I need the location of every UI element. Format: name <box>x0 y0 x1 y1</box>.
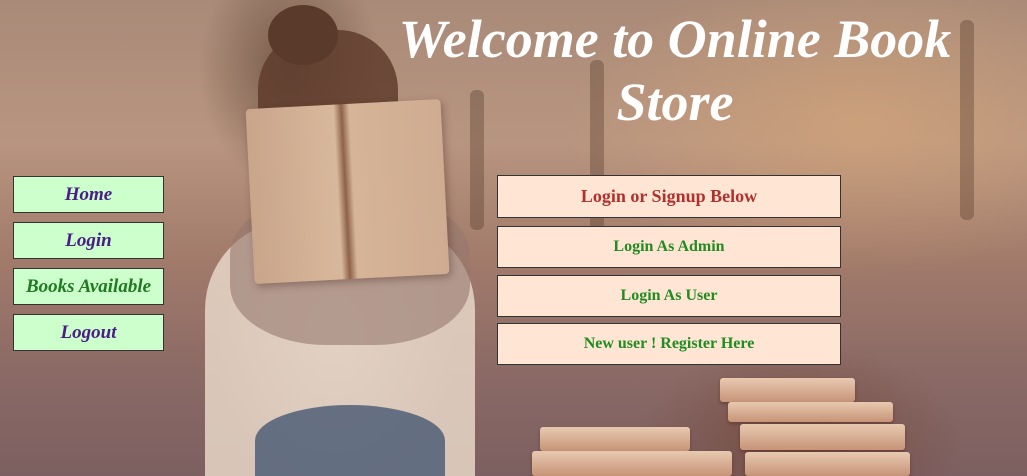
login-admin-button[interactable]: Login As Admin <box>497 226 841 268</box>
book-stack <box>532 451 732 476</box>
nav-login-button[interactable]: Login <box>13 222 164 259</box>
nav-home-button[interactable]: Home <box>13 176 164 213</box>
login-user-button[interactable]: Login As User <box>497 275 841 317</box>
nav-logout-button[interactable]: Logout <box>13 314 164 351</box>
person-hair-bun <box>268 5 338 65</box>
page-title: Welcome to Online Book Store <box>398 9 952 132</box>
book-stack <box>728 402 893 422</box>
login-signup-heading: Login or Signup Below <box>497 175 841 218</box>
person-jeans <box>255 405 445 476</box>
nav-books-available-button[interactable]: Books Available <box>13 268 164 305</box>
register-button[interactable]: New user ! Register Here <box>497 323 841 365</box>
book-stack <box>745 452 910 476</box>
book-stack <box>540 427 690 451</box>
book-stack <box>720 378 855 402</box>
book-stack <box>740 424 905 450</box>
